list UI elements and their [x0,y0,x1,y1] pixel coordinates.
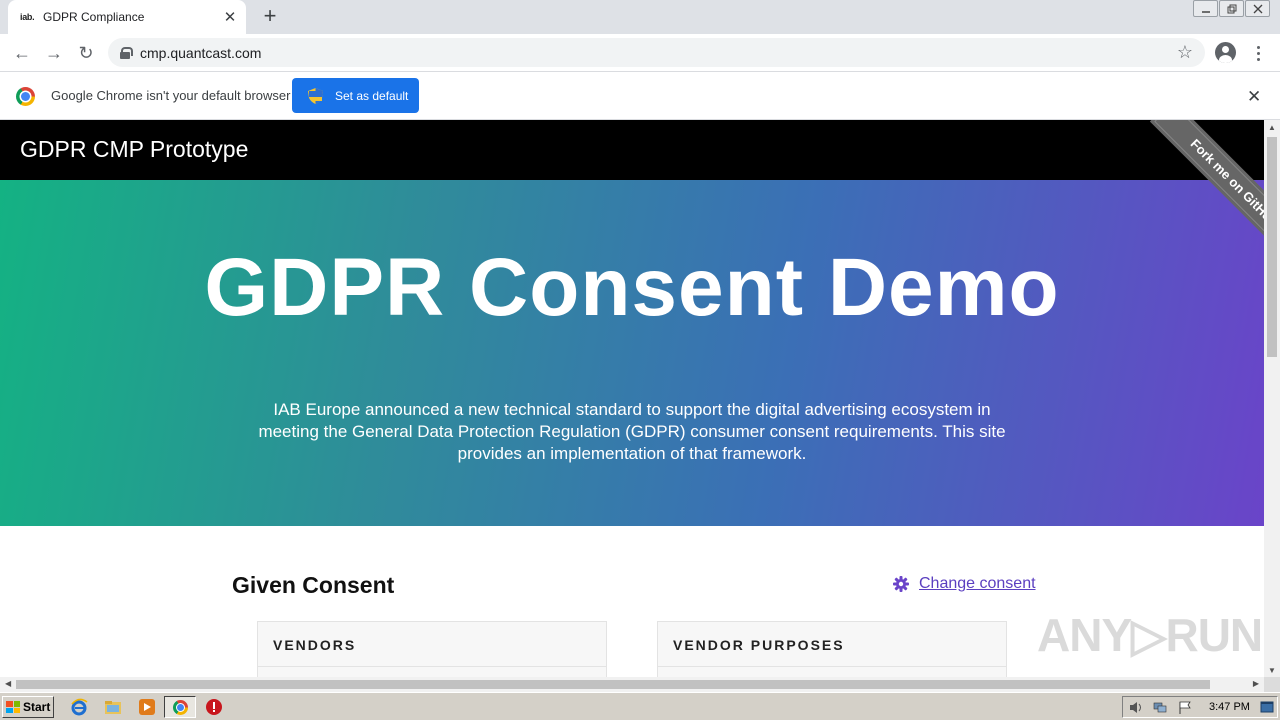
profile-avatar-icon[interactable] [1215,42,1236,63]
chrome-taskbar-icon [172,699,188,715]
scroll-right-arrow-icon[interactable]: ▶ [1253,679,1259,688]
windows-taskbar: Start 3:47 PM [0,692,1280,720]
anyrun-watermark: ANY▷RUN [1037,609,1263,661]
start-label: Start [23,700,51,714]
uac-shield-icon [308,87,323,104]
hero-title: GDPR Consent Demo [204,242,1060,333]
media-player-icon[interactable] [138,698,156,716]
change-consent-link[interactable]: Change consent [893,575,1036,593]
web-page: GDPR CMP Prototype GDPR Consent Demo IAB… [0,120,1264,677]
restore-button[interactable] [1219,0,1244,17]
network-icon[interactable] [1153,701,1167,714]
windows-logo-icon [6,701,20,713]
fork-me-on-github-link[interactable]: Fork me on GitHub [1154,120,1264,263]
vendors-card: VENDORS [257,621,607,677]
tab-strip: iab. GDPR Compliance ✕ + [0,0,1280,34]
reload-button[interactable]: ↻ [74,41,98,65]
scroll-left-arrow-icon[interactable]: ◀ [5,679,11,688]
close-tab-icon[interactable]: ✕ [220,7,240,27]
hero-description: IAB Europe announced a new technical sta… [258,400,1006,463]
taskbar-chrome-button[interactable] [164,696,196,718]
site-title: GDPR CMP Prototype [20,136,249,162]
horizontal-scrollbar[interactable]: ◀ ▶ [0,677,1264,692]
lock-icon [120,46,133,59]
start-button[interactable]: Start [2,696,54,718]
back-button[interactable]: ← [10,41,34,65]
set-as-default-button[interactable]: Set as default [292,78,419,113]
vertical-scroll-thumb[interactable] [1267,137,1277,357]
change-consent-label: Change consent [919,575,1036,592]
window-controls [1192,0,1270,17]
iab-favicon-icon: iab. [20,12,35,22]
chrome-menu-icon[interactable] [1252,42,1264,64]
system-tray: 3:47 PM [1122,696,1278,718]
default-browser-infobar: Google Chrome isn't your default browser… [0,72,1280,120]
vertical-scrollbar[interactable]: ▲ ▼ [1264,120,1280,677]
browser-toolbar: ← → ↻ cmp.quantcast.com ☆ [0,34,1280,72]
stop-sign-icon[interactable] [205,698,223,716]
tab-gdpr-compliance[interactable]: iab. GDPR Compliance ✕ [8,0,246,34]
file-explorer-icon[interactable] [104,698,122,716]
chrome-logo-icon [16,87,35,106]
internet-explorer-icon[interactable] [70,698,88,716]
show-desktop-icon[interactable] [1260,701,1274,714]
infobar-message: Google Chrome isn't your default browser [51,88,291,103]
close-window-button[interactable] [1245,0,1270,17]
section-title: Given Consent [232,572,395,598]
site-header: GDPR CMP Prototype [0,120,1264,180]
minimize-button[interactable] [1193,0,1218,17]
github-ribbon: Fork me on GitHub [1114,120,1264,270]
forward-button[interactable]: → [42,41,66,65]
scroll-up-arrow-icon[interactable]: ▲ [1268,123,1276,132]
hero-section: GDPR Consent Demo IAB Europe announced a… [0,180,1264,526]
horizontal-scroll-thumb[interactable] [16,680,1210,689]
taskbar-clock[interactable]: 3:47 PM [1209,701,1250,713]
action-center-flag-icon[interactable] [1178,701,1192,714]
new-tab-button[interactable]: + [258,5,282,29]
tab-title: GDPR Compliance [43,10,145,24]
gear-icon [893,576,909,592]
set-as-default-label: Set as default [335,88,409,103]
vendor-purposes-card-title: VENDOR PURPOSES [658,622,1006,667]
scrollbar-corner [1264,677,1280,692]
address-bar[interactable]: cmp.quantcast.com ☆ [108,38,1205,67]
infobar-close-icon[interactable]: ✕ [1247,87,1261,107]
volume-icon[interactable] [1129,701,1143,714]
vendors-card-title: VENDORS [258,622,606,667]
url-text: cmp.quantcast.com [140,44,262,61]
vendor-purposes-card: VENDOR PURPOSES [657,621,1007,677]
scroll-down-arrow-icon[interactable]: ▼ [1268,666,1276,675]
bookmark-star-icon[interactable]: ☆ [1177,42,1193,63]
